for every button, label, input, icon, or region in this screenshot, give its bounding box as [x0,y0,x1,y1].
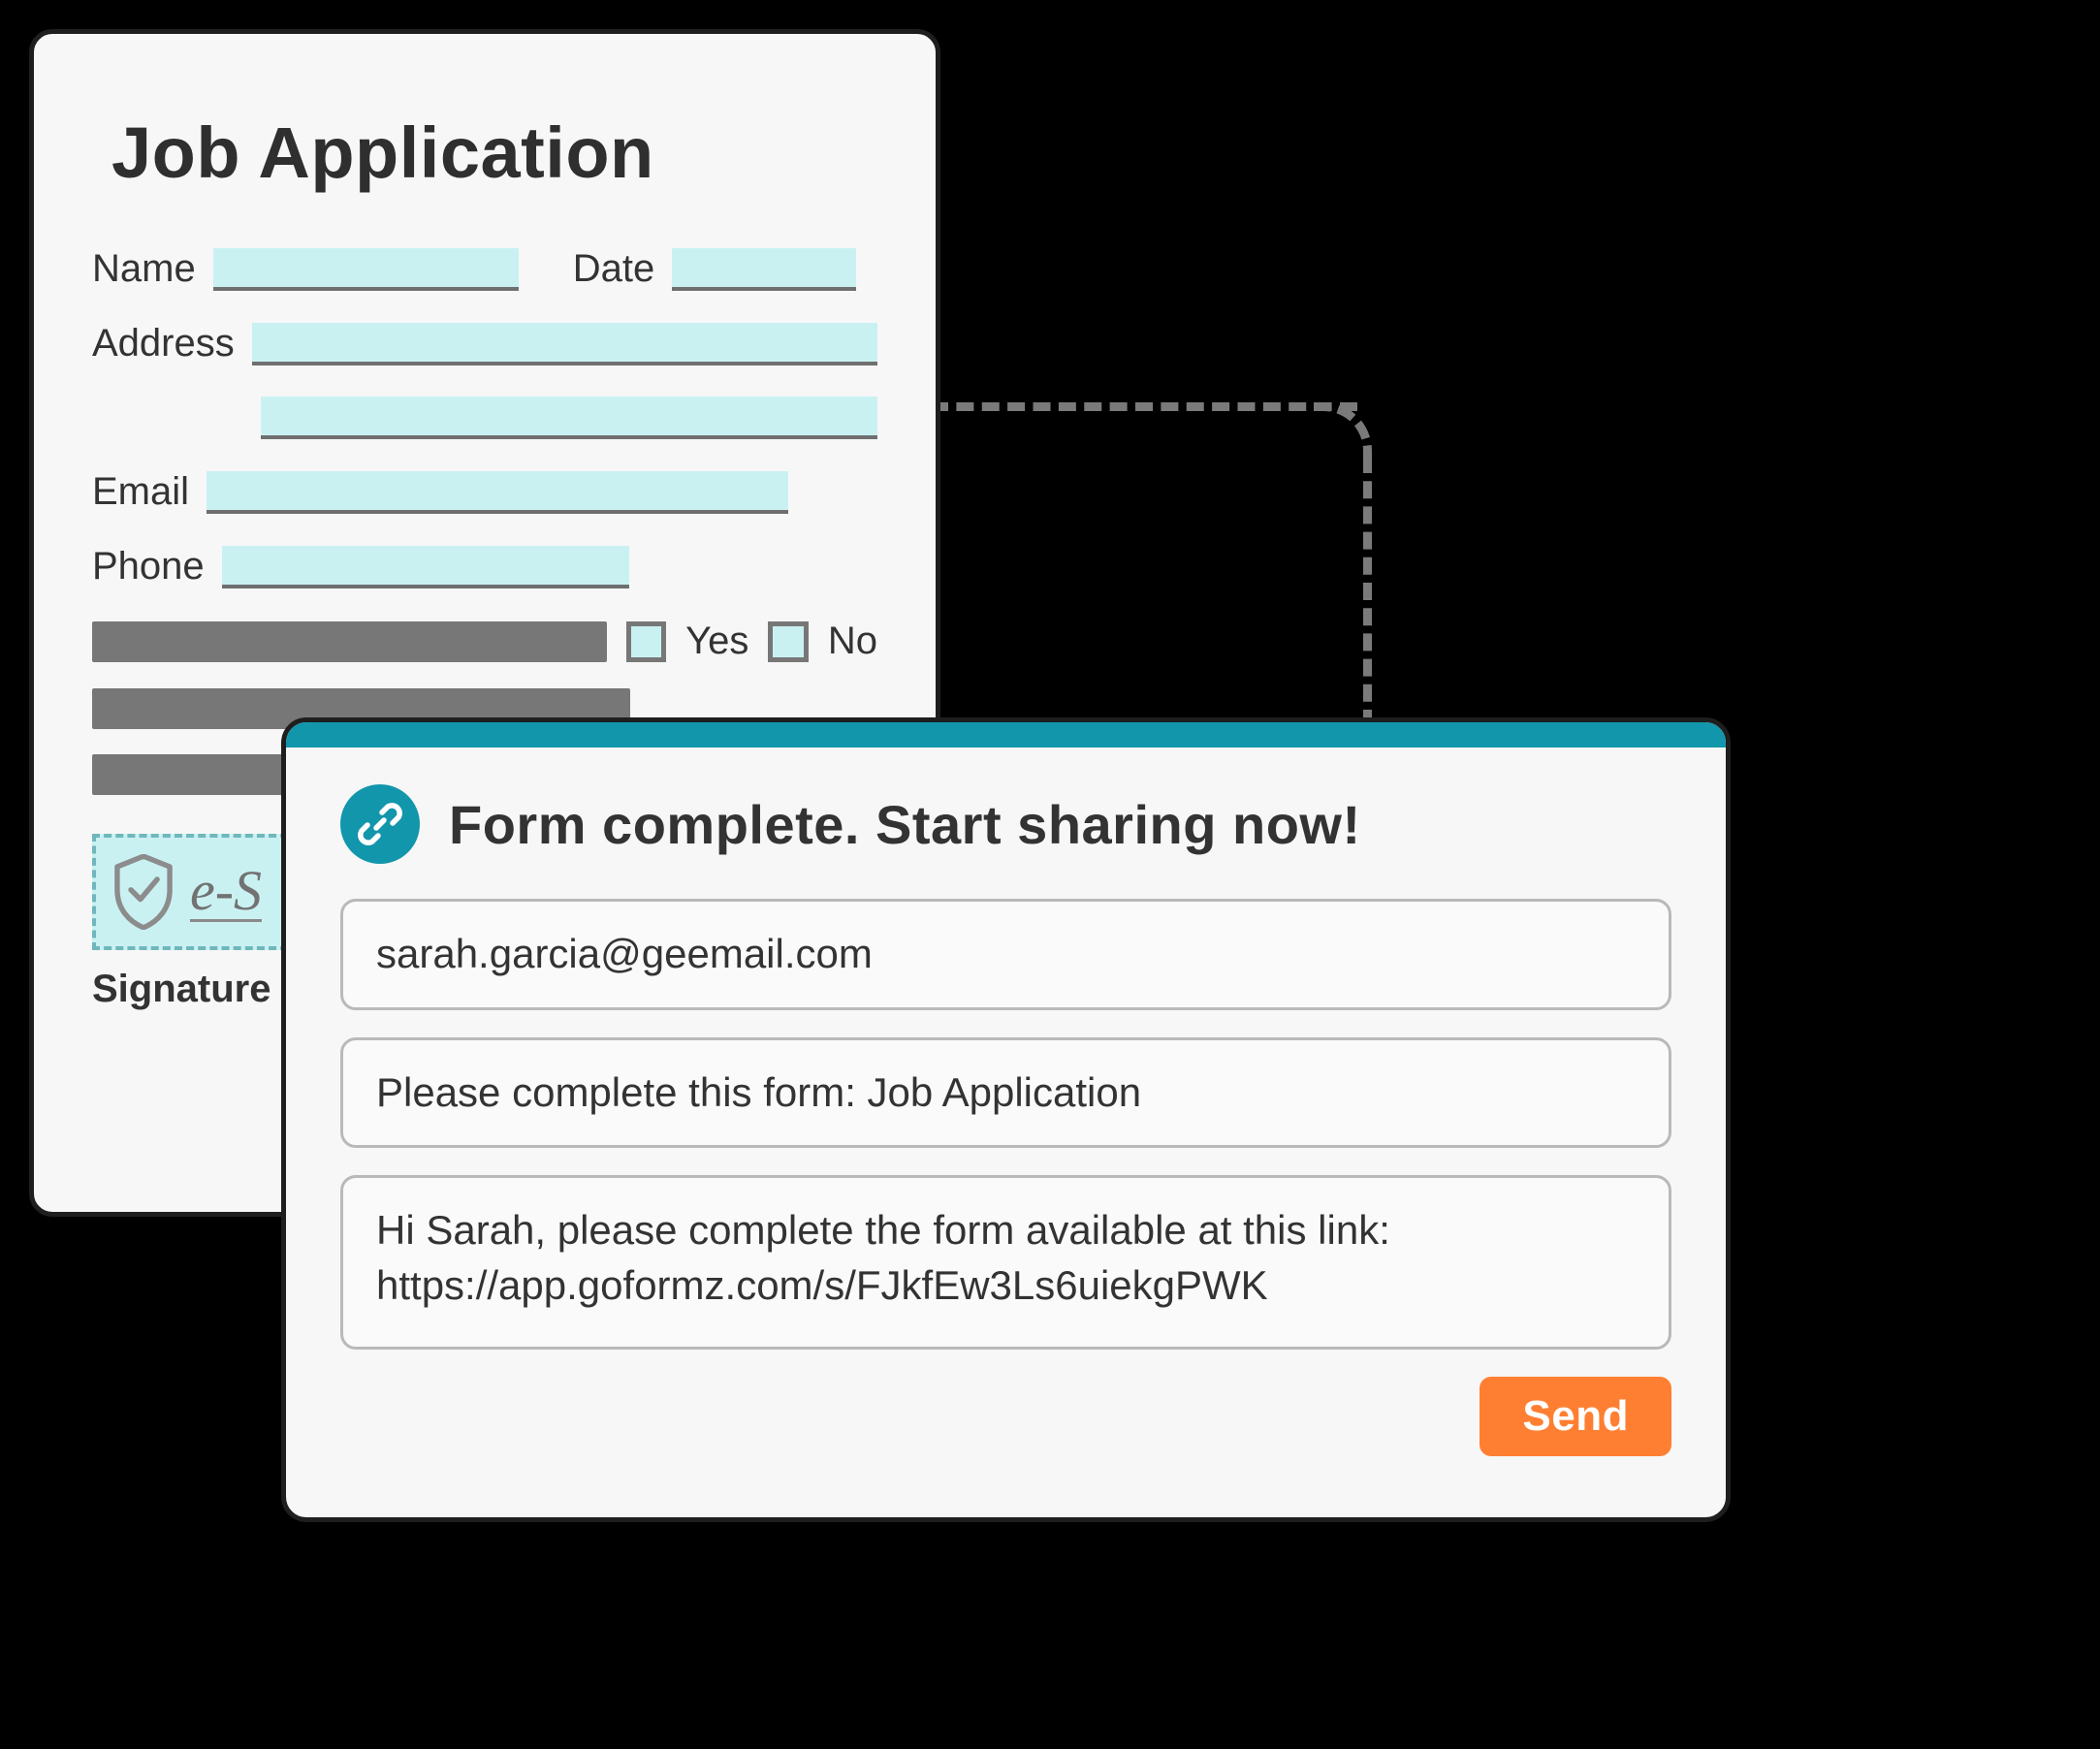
name-field[interactable] [213,248,519,291]
signature-placeholder-script: e-S [190,863,262,922]
message-textarea[interactable]: Hi Sarah, please complete the form avail… [340,1175,1671,1350]
row-name-date: Name Date [92,247,877,291]
row-phone: Phone [92,545,877,588]
form-title: Job Application [111,111,877,194]
email-label: Email [92,470,189,514]
date-label: Date [573,247,655,291]
row-address-2 [92,397,877,439]
modal-accent-bar [286,722,1726,747]
phone-field[interactable] [222,546,629,588]
recipient-input[interactable]: sarah.garcia@geemail.com [340,899,1671,1010]
redacted-question-1 [92,621,607,662]
connector-line-horizontal [931,402,1357,411]
send-button[interactable]: Send [1480,1377,1671,1456]
email-field[interactable] [207,471,788,514]
address-label: Address [92,322,235,366]
no-label: No [828,620,877,663]
row-email: Email [92,470,877,514]
link-icon [340,784,420,864]
modal-title: Form complete. Start sharing now! [449,793,1361,856]
no-checkbox[interactable] [768,621,808,662]
connector-line-vertical [1363,456,1372,727]
date-field[interactable] [672,248,856,291]
phone-label: Phone [92,545,205,588]
connector-line-corner [1314,402,1372,461]
subject-input[interactable]: Please complete this form: Job Applicati… [340,1037,1671,1149]
share-modal: Form complete. Start sharing now! sarah.… [281,717,1731,1522]
yes-label: Yes [685,620,748,663]
yes-checkbox[interactable] [626,621,666,662]
row-address-1: Address [92,322,877,366]
shield-check-icon [111,854,175,930]
address-line2-field[interactable] [261,397,877,439]
address-line1-field[interactable] [252,323,877,366]
modal-header: Form complete. Start sharing now! [340,784,1671,864]
name-label: Name [92,247,196,291]
